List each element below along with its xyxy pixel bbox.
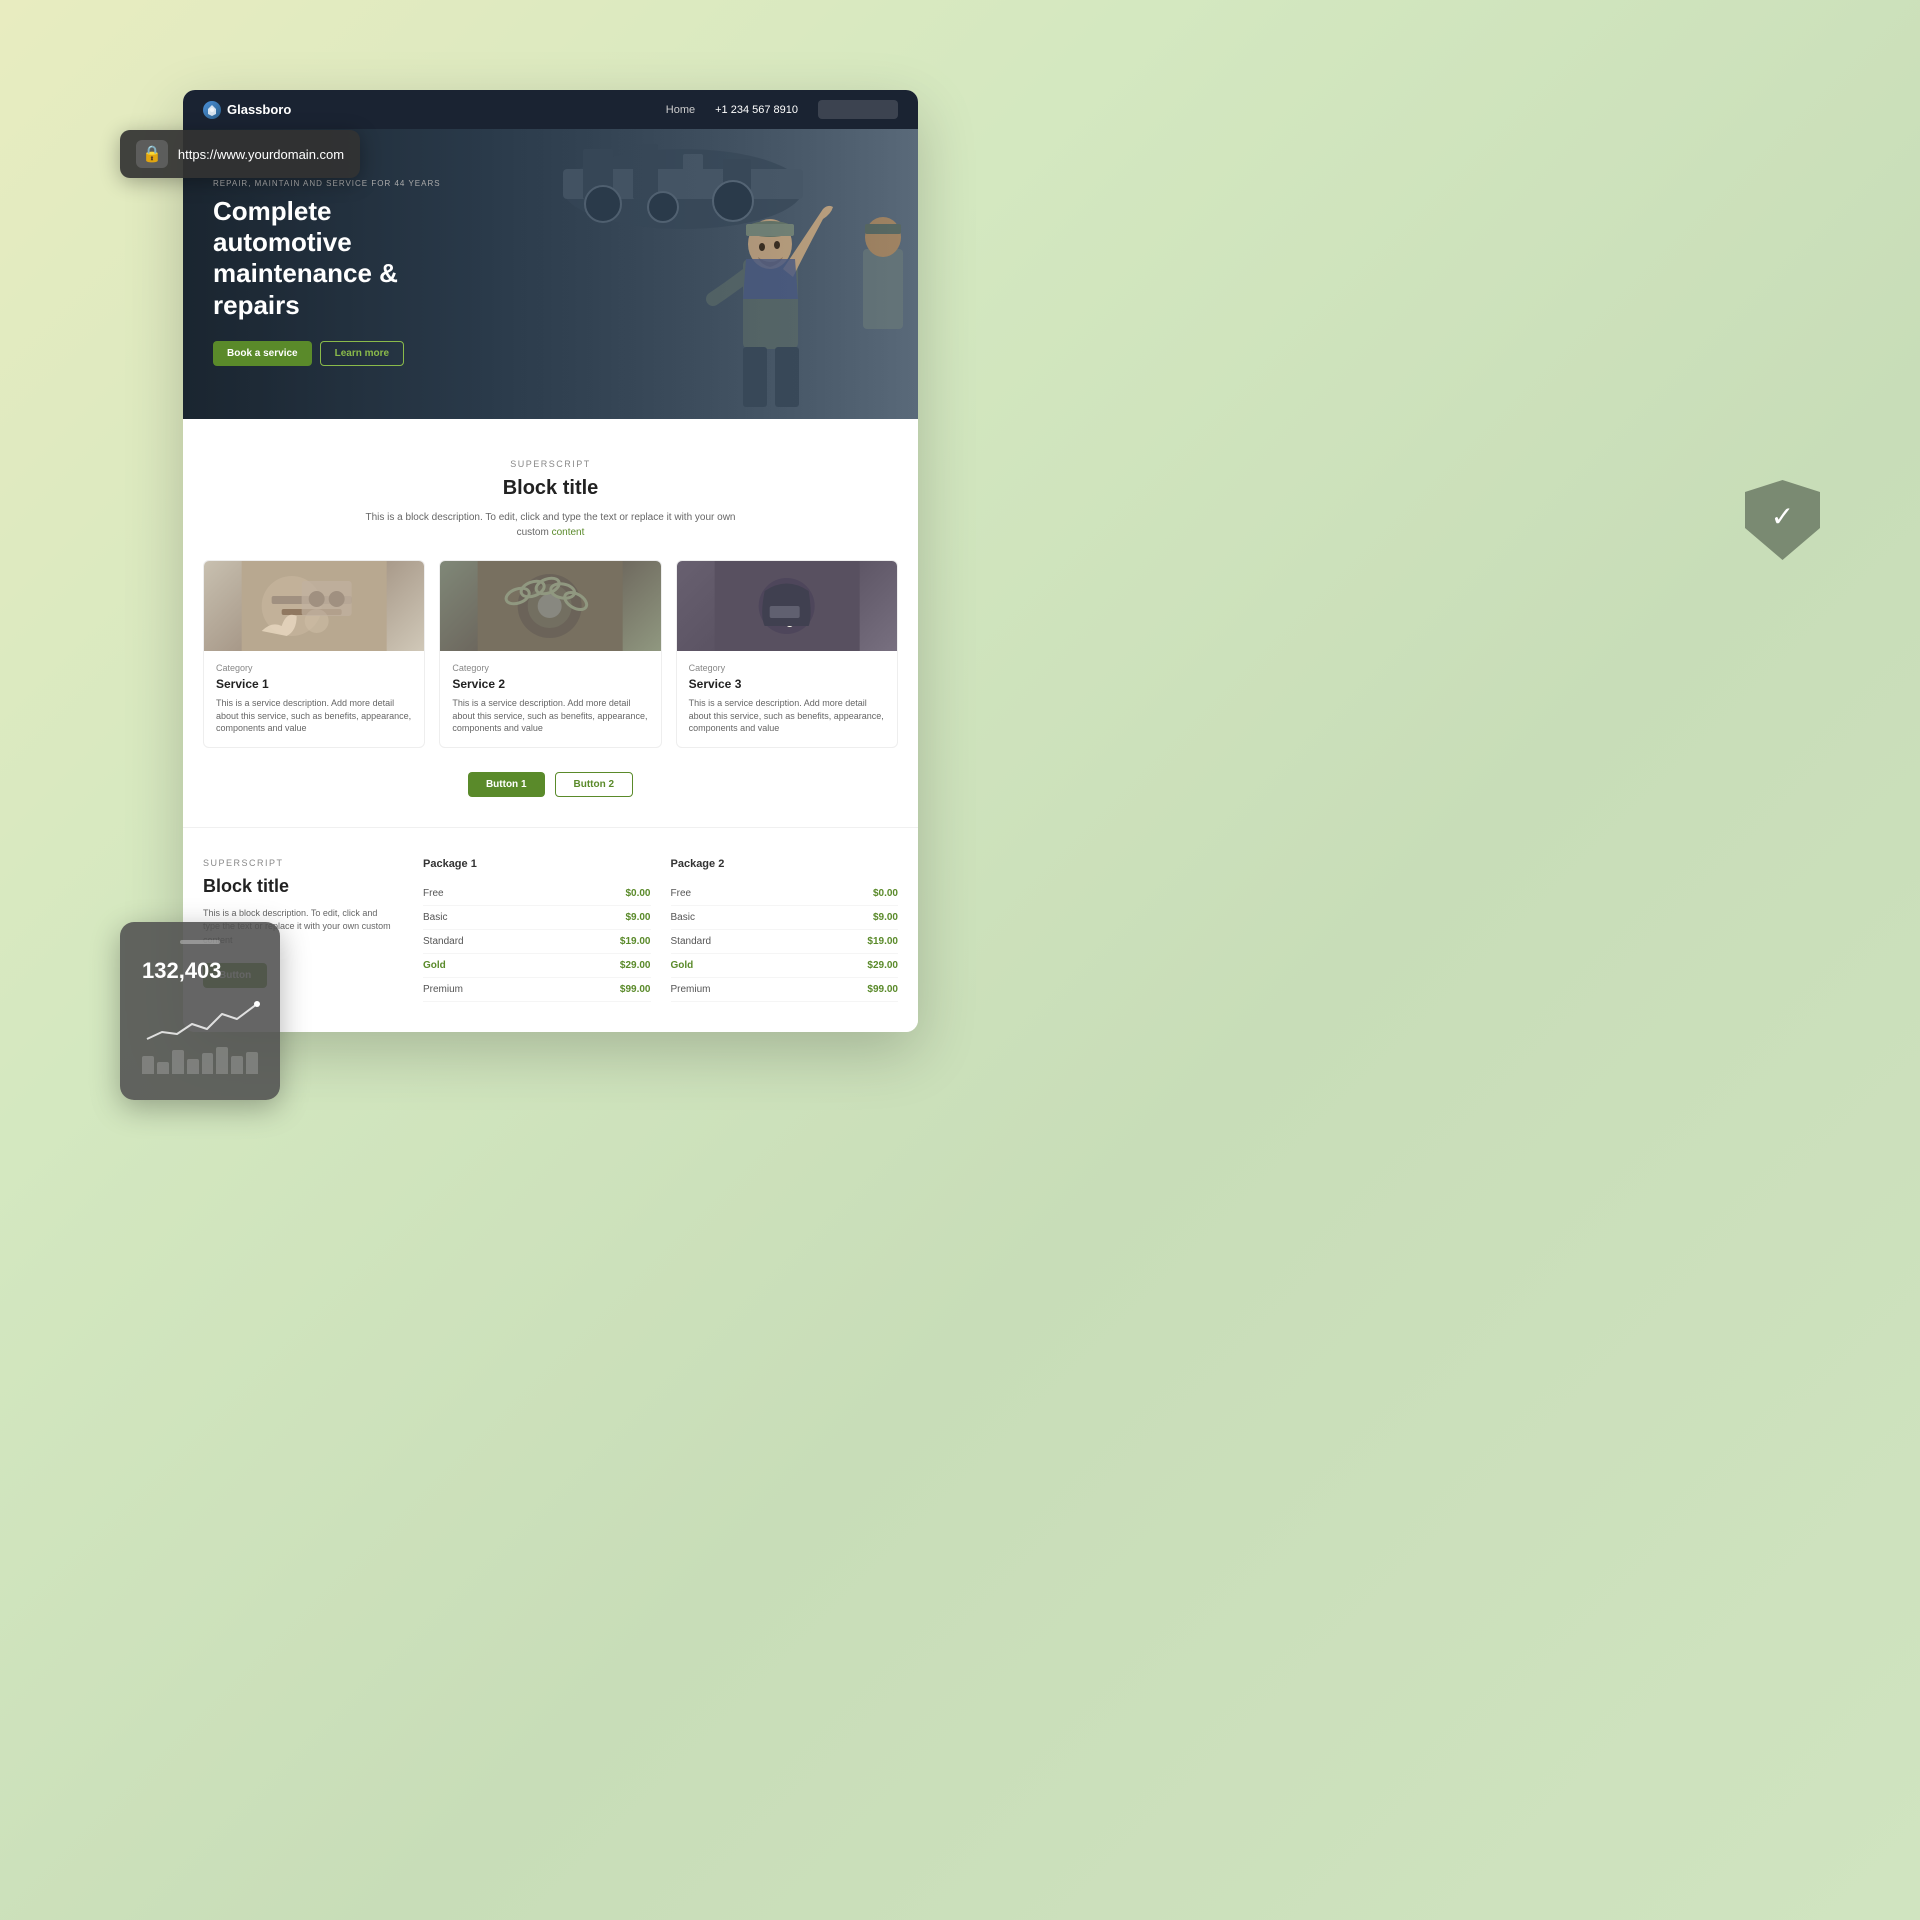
services-grid: Category Service 1 This is a service des…: [203, 560, 898, 748]
stats-bar-4: [187, 1059, 199, 1074]
shield-shape: ✓: [1745, 480, 1820, 560]
service-image-3: [677, 561, 897, 651]
package2-row-basic: Basic $9.00: [671, 906, 899, 930]
package1-standard-label: Standard: [423, 936, 464, 947]
services-title: Block title: [203, 477, 898, 500]
stats-chart: [142, 994, 258, 1044]
package2-row-gold: Gold $29.00: [671, 954, 899, 978]
package1-row-free: Free $0.00: [423, 882, 651, 906]
stats-bar-8: [246, 1052, 258, 1075]
services-button2[interactable]: Button 2: [555, 772, 634, 797]
service-card-1: Category Service 1 This is a service des…: [203, 560, 425, 748]
site-logo: Glassboro: [203, 101, 291, 119]
site-navbar: Glassboro Home +1 234 567 8910: [183, 90, 918, 129]
stats-number: 132,403: [142, 958, 258, 984]
pricing-title: Block title: [203, 876, 393, 897]
package2-premium-label: Premium: [671, 984, 711, 995]
nav-links: Home +1 234 567 8910: [666, 100, 898, 119]
package2-standard-value: $19.00: [867, 936, 898, 947]
package1-standard-value: $19.00: [620, 936, 651, 947]
hero-title: Complete automotive maintenance & repair…: [213, 196, 463, 321]
hero-content: REPAIR, MAINTAIN AND SERVICE FOR 44 YEAR…: [213, 179, 463, 366]
package2-row-free: Free $0.00: [671, 882, 899, 906]
stats-bar-7: [231, 1056, 243, 1074]
service-1-desc: This is a service description. Add more …: [216, 697, 412, 735]
nav-home[interactable]: Home: [666, 104, 695, 116]
nav-phone: +1 234 567 8910: [715, 104, 798, 116]
service-2-desc: This is a service description. Add more …: [452, 697, 648, 735]
package1-basic-label: Basic: [423, 912, 447, 923]
url-text: https://www.yourdomain.com: [178, 147, 344, 162]
package2-premium-value: $99.00: [867, 984, 898, 995]
package2-gold-value: $29.00: [867, 960, 898, 971]
service-card-1-body: Category Service 1 This is a service des…: [204, 651, 424, 747]
logo-text: Glassboro: [227, 102, 291, 117]
package2-gold-label: Gold: [671, 960, 694, 971]
logo-icon: [203, 101, 221, 119]
stats-card: 132,403: [120, 922, 280, 1100]
package1-row-standard: Standard $19.00: [423, 930, 651, 954]
service-image-1: [204, 561, 424, 651]
services-description: This is a block description. To edit, cl…: [361, 510, 741, 540]
package1-row-premium: Premium $99.00: [423, 978, 651, 1002]
lock-icon: 🔒: [136, 140, 168, 168]
stats-bar-5: [202, 1053, 214, 1074]
service-1-category: Category: [216, 663, 412, 673]
package1-row-basic: Basic $9.00: [423, 906, 651, 930]
service-card-3: Category Service 3 This is a service des…: [676, 560, 898, 748]
services-section: SUPERSCRIPT Block title This is a block …: [183, 419, 918, 827]
stats-bar-2: [157, 1062, 169, 1074]
shield-check-icon: ✓: [1771, 500, 1794, 533]
package1-row-gold: Gold $29.00: [423, 954, 651, 978]
stats-bars: [142, 1044, 258, 1074]
description-link[interactable]: content: [552, 527, 585, 538]
pricing-package1: Package 1 Free $0.00 Basic $9.00 Standar…: [423, 858, 651, 1002]
package2-row-standard: Standard $19.00: [671, 930, 899, 954]
learn-more-button[interactable]: Learn more: [320, 341, 404, 366]
stats-handle: [180, 940, 220, 944]
service-card-2: Category Service 2 This is a service des…: [439, 560, 661, 748]
package2-basic-label: Basic: [671, 912, 695, 923]
stats-bar-6: [216, 1047, 228, 1074]
service-2-category: Category: [452, 663, 648, 673]
service-3-name: Service 3: [689, 677, 885, 691]
package2-free-value: $0.00: [873, 888, 898, 899]
nav-search-input[interactable]: [818, 100, 898, 119]
service-1-name: Service 1: [216, 677, 412, 691]
hero-buttons: Book a service Learn more: [213, 341, 463, 366]
hero-superscript: REPAIR, MAINTAIN AND SERVICE FOR 44 YEAR…: [213, 179, 463, 188]
package1-gold-value: $29.00: [620, 960, 651, 971]
service-3-desc: This is a service description. Add more …: [689, 697, 885, 735]
service-2-name: Service 2: [452, 677, 648, 691]
pricing-superscript: SUPERSCRIPT: [203, 858, 393, 868]
package1-premium-value: $99.00: [620, 984, 651, 995]
package1-premium-label: Premium: [423, 984, 463, 995]
url-bar-container: 🔒 https://www.yourdomain.com: [120, 130, 360, 178]
package1-free-value: $0.00: [625, 888, 650, 899]
package2-row-premium: Premium $99.00: [671, 978, 899, 1002]
pricing-section: SUPERSCRIPT Block title This is a block …: [183, 827, 918, 1032]
package2-basic-value: $9.00: [873, 912, 898, 923]
services-superscript: SUPERSCRIPT: [203, 459, 898, 469]
service-3-category: Category: [689, 663, 885, 673]
package1-title: Package 1: [423, 858, 651, 870]
shield-badge: ✓: [1745, 480, 1820, 560]
pricing-layout: SUPERSCRIPT Block title This is a block …: [203, 858, 898, 1002]
package2-title: Package 2: [671, 858, 899, 870]
package1-gold-label: Gold: [423, 960, 446, 971]
stats-bar-3: [172, 1050, 184, 1074]
service-card-3-body: Category Service 3 This is a service des…: [677, 651, 897, 747]
browser-window: Glassboro Home +1 234 567 8910: [183, 90, 918, 1032]
service-card-2-body: Category Service 2 This is a service des…: [440, 651, 660, 747]
services-button1[interactable]: Button 1: [468, 772, 545, 797]
book-service-button[interactable]: Book a service: [213, 341, 312, 366]
stats-bar-1: [142, 1056, 154, 1074]
package1-free-label: Free: [423, 888, 444, 899]
pricing-package2: Package 2 Free $0.00 Basic $9.00 Standar…: [671, 858, 899, 1002]
services-buttons: Button 1 Button 2: [203, 772, 898, 797]
package2-standard-label: Standard: [671, 936, 712, 947]
package2-free-label: Free: [671, 888, 692, 899]
service-image-2: [440, 561, 660, 651]
package1-basic-value: $9.00: [625, 912, 650, 923]
